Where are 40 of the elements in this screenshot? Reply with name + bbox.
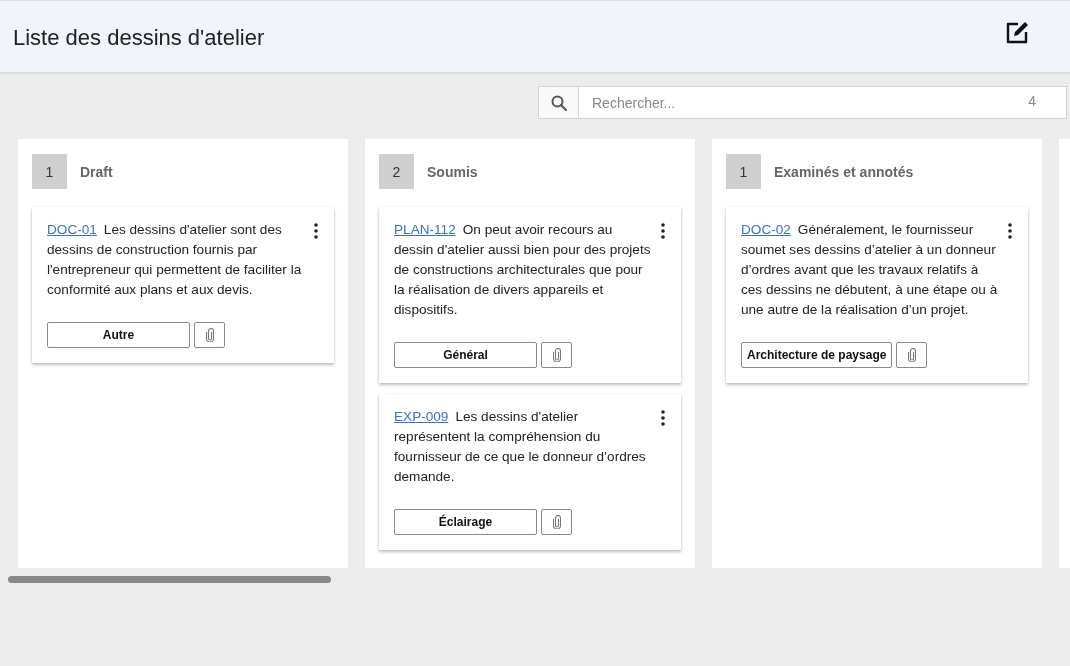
attachment-button[interactable]: [541, 342, 572, 368]
drawing-card[interactable]: [726, 207, 1028, 383]
category-button[interactable]: Général: [394, 342, 537, 368]
edit-icon[interactable]: [1004, 19, 1030, 46]
document-link[interactable]: DOC-02: [741, 222, 791, 237]
card-description: PLAN-112 On peut avoir recours au dessin d'atelier aussi bien pour des projets de constructions architecturales que pour la réalisation de divers appareils et dispositifs.: [394, 221, 652, 319]
page-title: Liste des dessins d'atelier: [13, 24, 265, 51]
search-icon: [550, 94, 567, 111]
drawing-card[interactable]: DOC-01 Les dessins d'atelier sont des dessins de construction fournis par l'entrepreneur qui permettent de faciliter la conformité aux plans et aux devis. Autre: [32, 207, 334, 363]
card-description: DOC-01 Les dessins d'atelier sont des dessins de construction fournis par l'entrepreneur qui permettent de faciliter la conformité aux plans et aux devis.: [47, 221, 303, 299]
more-options-icon[interactable]: [313, 223, 319, 239]
attachment-button[interactable]: [896, 342, 928, 368]
column-title: Soumis: [427, 163, 478, 180]
count-badge: 1: [726, 154, 761, 189]
search-button[interactable]: [538, 86, 578, 119]
document-link[interactable]: EXP-009: [394, 409, 449, 424]
paperclip-icon: [552, 515, 561, 529]
drawing-card[interactable]: EXP-009 Les dessins d'atelier représentent la compréhension du fournisseur de ce que le donneur d’ordres demande. Éclairage: [379, 394, 681, 550]
horizontal-scrollbar[interactable]: [8, 576, 331, 583]
count-badge: 2: [379, 154, 414, 189]
result-count: 4: [1028, 93, 1036, 109]
paperclip-icon: [552, 348, 561, 362]
document-link[interactable]: DOC-01: [47, 222, 97, 237]
more-options-icon[interactable]: [660, 410, 666, 426]
paperclip-icon: [205, 328, 214, 342]
card-description: EXP-009 Les dessins d'atelier représentent la compréhension du fournisseur de ce que le donneur d’ordres demande.: [394, 408, 647, 486]
card-description: DOC-02 Généralement, le fournisseur soumet ses dessins d’atelier à un donneur d’ordres avant que les travaux relatifs à ces dessins ne débutent, à une étape ou à une autre de la réalisation d’un projet.: [741, 221, 999, 319]
attachment-button[interactable]: [194, 322, 225, 348]
column-title: Examinés et annotés: [774, 163, 914, 180]
count-badge: 1: [32, 154, 67, 189]
category-button[interactable]: Architecture de paysage: [741, 342, 893, 368]
more-options-icon[interactable]: [660, 223, 666, 239]
drawing-card[interactable]: PLAN-112 On peut avoir recours au dessin d'atelier aussi bien pour des projets de constructions architecturales que pour la réalisation de divers appareils et dispositifs. Général: [379, 207, 681, 383]
category-button[interactable]: Éclairage: [394, 509, 537, 535]
category-button[interactable]: Autre: [47, 322, 190, 348]
document-link[interactable]: PLAN-112: [394, 222, 456, 237]
paperclip-icon: [907, 348, 916, 362]
more-options-icon[interactable]: [1007, 223, 1013, 239]
attachment-button[interactable]: [541, 509, 572, 535]
column-title: Draft: [80, 163, 113, 180]
